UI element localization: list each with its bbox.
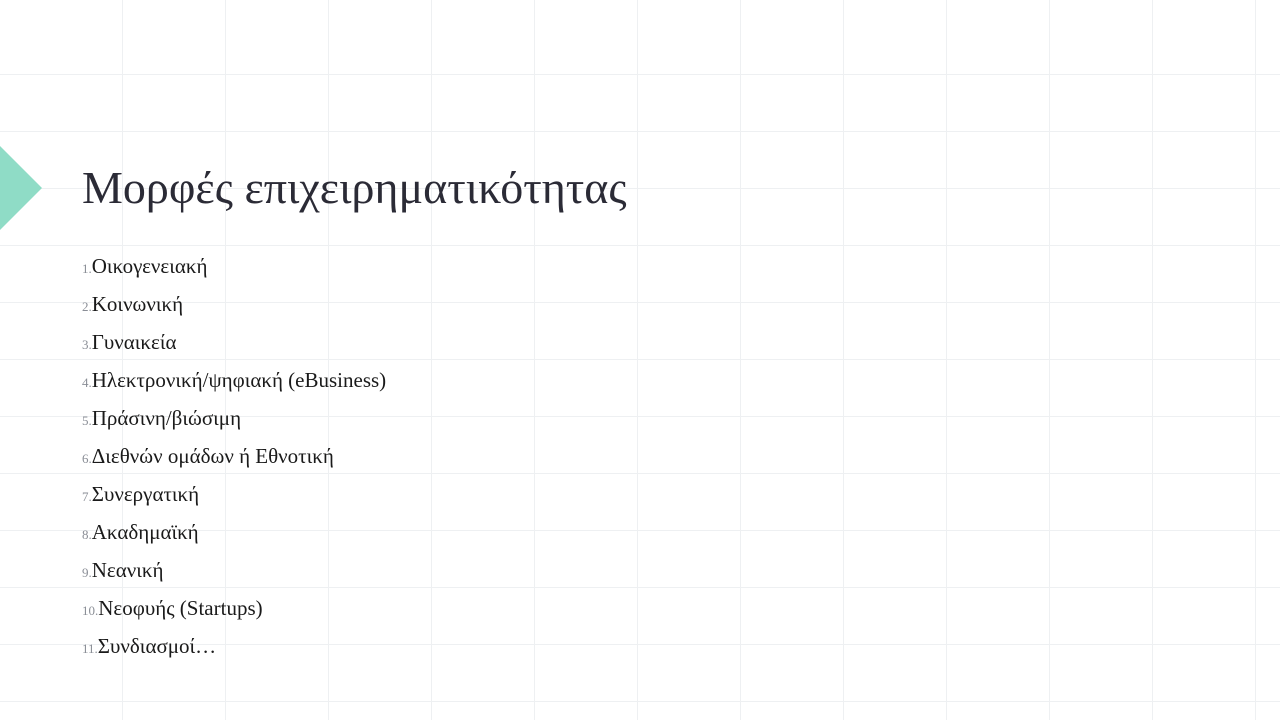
accent-arrow-shape <box>0 146 42 230</box>
list-item-number: 6. <box>82 451 92 466</box>
list-item-number: 7. <box>82 489 92 504</box>
list-item: 9.Νεανική <box>82 556 386 594</box>
list-item-number: 2. <box>82 299 92 314</box>
list-item-text: Συνεργατική <box>91 482 200 506</box>
list-item-number: 4. <box>82 375 92 390</box>
list-item-number: 9. <box>82 565 92 580</box>
list-item-number: 11. <box>82 641 98 656</box>
list-item: 2.Κοινωνική <box>82 290 386 328</box>
list-item-text: Ακαδημαϊκή <box>91 520 199 544</box>
list-item: 1.Οικογενειακή <box>82 252 386 290</box>
list-item: 6.Διεθνών ομάδων ή Εθνοτική <box>82 442 386 480</box>
list-item: 7.Συνεργατική <box>82 480 386 518</box>
list-item: 11.Συνδιασμοί… <box>82 632 386 670</box>
list-item-text: Κοινωνική <box>91 292 184 316</box>
list-item-text: Οικογενειακή <box>91 254 208 278</box>
slide: Μορφές επιχειρηματικότητας 1.Οικογενειακ… <box>0 0 1280 720</box>
list-item-number: 3. <box>82 337 92 352</box>
list-item-text: Νεανική <box>91 558 164 582</box>
list-item: 8.Ακαδημαϊκή <box>82 518 386 556</box>
list-item-number: 8. <box>82 527 92 542</box>
list-item-text: Νεοφυής (Startups) <box>98 596 263 620</box>
list-item: 5.Πράσινη/βιώσιμη <box>82 404 386 442</box>
slide-title: Μορφές επιχειρηματικότητας <box>82 162 627 213</box>
list-item: 3.Γυναικεία <box>82 328 386 366</box>
list-item-text: Ηλεκτρονική/ψηφιακή (eBusiness) <box>91 368 387 392</box>
list-item-text: Διεθνών ομάδων ή Εθνοτική <box>91 444 334 468</box>
numbered-list: 1.Οικογενειακή 2.Κοινωνική 3.Γυναικεία 4… <box>82 252 386 670</box>
list-item-number: 5. <box>82 413 92 428</box>
list-item-text: Πράσινη/βιώσιμη <box>91 406 242 430</box>
list-item: 10.Νεοφυής (Startups) <box>82 594 386 632</box>
list-item-text: Γυναικεία <box>91 330 177 354</box>
list-item-number: 10. <box>82 603 99 618</box>
list-item: 4.Ηλεκτρονική/ψηφιακή (eBusiness) <box>82 366 386 404</box>
list-item-text: Συνδιασμοί… <box>97 634 217 658</box>
list-item-number: 1. <box>82 261 92 276</box>
